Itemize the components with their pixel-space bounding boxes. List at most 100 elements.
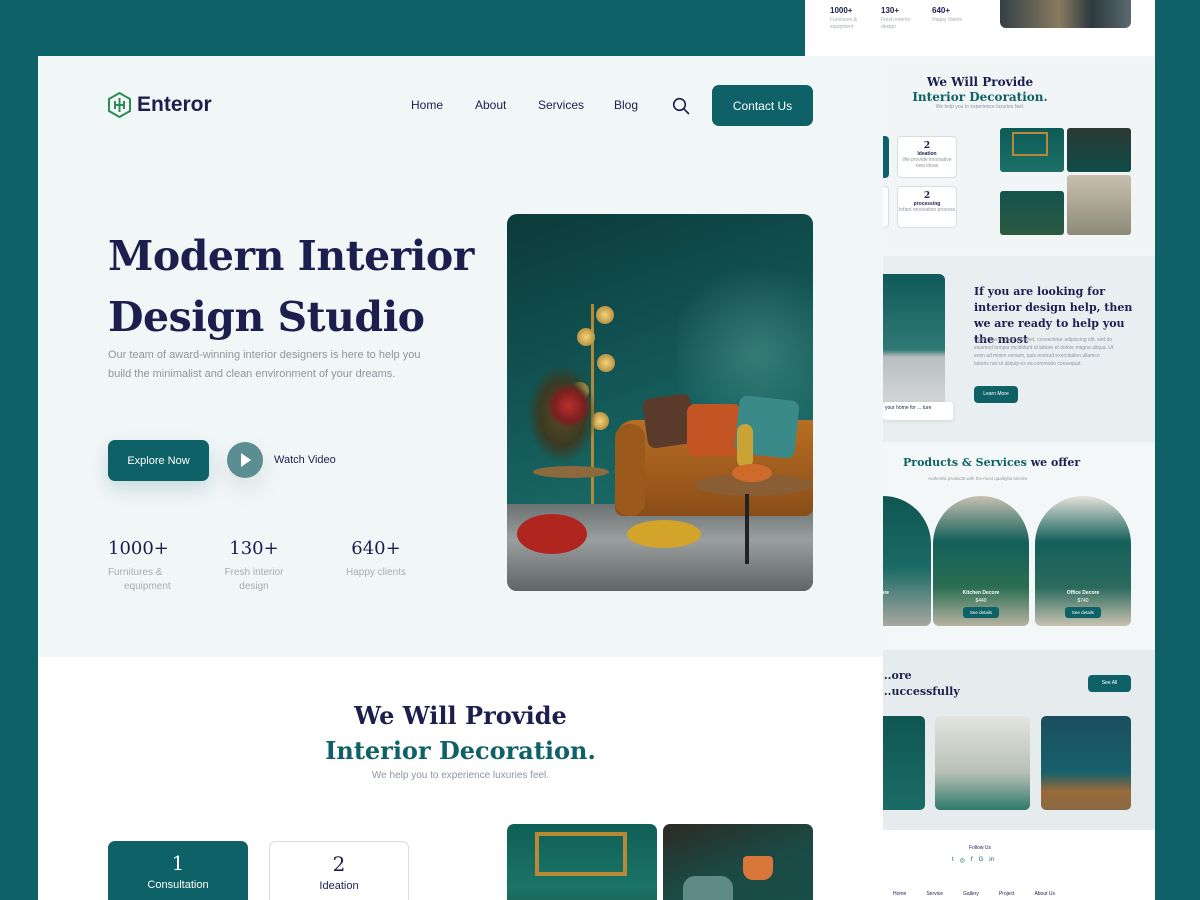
preview-help-chip: your home for ... ture xyxy=(883,402,953,420)
preview-step-text: We provide innovative new ideas xyxy=(902,157,952,169)
preview-box-edge xyxy=(883,186,889,228)
google-icon[interactable]: G xyxy=(979,857,984,864)
preview-stats-strip: 1000+ Furnitures & equipment 130+ Fresh i… xyxy=(805,0,1155,56)
preview-gallery-image xyxy=(1000,191,1064,235)
preview-stat-number: 130+ xyxy=(881,6,900,15)
preview-social-links: t ◎ f G in xyxy=(952,857,994,864)
preview-products-title-b: we offer xyxy=(1026,456,1081,469)
preview-step-text: Infant renovation process xyxy=(898,207,956,213)
preview-learn-more-button[interactable]: Learn More xyxy=(974,386,1018,403)
stat-label: Furnitures & xyxy=(108,567,163,578)
preview-project-image xyxy=(1041,716,1131,810)
preview-gallery-image xyxy=(1000,128,1064,172)
preview-product-price: $440 xyxy=(975,598,987,604)
stat-item: 130+ Fresh interior design xyxy=(224,538,284,594)
explore-now-button[interactable]: Explore Now xyxy=(108,440,209,481)
nav-services[interactable]: Services xyxy=(538,98,614,112)
preview-stat-number: 1000+ xyxy=(830,6,853,15)
hero-title-line: Design Studio xyxy=(108,293,425,341)
preview-product-name: Office Decore xyxy=(1066,590,1100,596)
logo-mark-icon xyxy=(108,92,131,118)
stat-number: 640+ xyxy=(351,538,401,559)
facebook-icon[interactable]: f xyxy=(971,857,973,864)
preview-stat-label: equipment xyxy=(830,24,854,30)
step-number: 2 xyxy=(332,852,346,876)
preview-see-details-button[interactable]: See details xyxy=(1065,607,1101,618)
preview-see-details-button[interactable]: See details xyxy=(963,607,999,618)
provide-title: We Will Provide Interior Decoration. xyxy=(38,698,883,768)
provide-subtitle: We help you to experience luxuries feel. xyxy=(371,770,550,781)
stat-label: design xyxy=(239,581,269,592)
logo-text: Enteror xyxy=(137,93,212,116)
nav-home[interactable]: Home xyxy=(411,98,475,112)
preview-stat-label: Happy clients xyxy=(932,17,963,23)
step-label: Consultation xyxy=(147,879,209,891)
preview-stat: 1000+ Furnitures & equipment xyxy=(830,6,857,31)
preview-products-title-a: Products & Services xyxy=(903,456,1027,469)
preview-project-image xyxy=(935,716,1030,810)
step-card-consultation[interactable]: 1 Consultation xyxy=(108,841,248,900)
gallery-image xyxy=(507,824,657,900)
preview-projects-title-line: ...uccessfully xyxy=(880,685,960,698)
watch-video-link[interactable]: Watch Video xyxy=(274,454,336,466)
preview-footer-link[interactable]: Gallery xyxy=(963,891,979,897)
provide-title-line: Interior Decoration. xyxy=(325,736,596,765)
preview-gallery-image xyxy=(1067,175,1131,235)
preview-top-image xyxy=(1000,0,1131,28)
preview-project-image xyxy=(883,716,925,810)
preview-gallery-image xyxy=(1067,128,1131,172)
preview-projects-title: ...ore ...uccessfully xyxy=(880,668,960,700)
preview-projects-title-line: ...ore xyxy=(880,669,912,682)
logo[interactable]: Enteror xyxy=(108,92,212,118)
preview-footer-link[interactable]: Project xyxy=(999,891,1015,897)
preview-title-line: We Will Provide xyxy=(926,75,1034,89)
stat-label: equipment xyxy=(124,581,171,592)
hero-image xyxy=(507,214,813,591)
step-card-ideation[interactable]: 2 Ideation xyxy=(269,841,409,900)
preview-product-name: Kitchen Decore xyxy=(962,590,1000,596)
stat-number: 130+ xyxy=(229,538,279,559)
preview-stat-label: Fresh interior xyxy=(881,17,911,23)
preview-see-all-button[interactable]: See All xyxy=(1088,675,1131,692)
preview-footer-link[interactable]: Home xyxy=(893,891,906,897)
preview-footer-link[interactable]: About Us xyxy=(1034,891,1055,897)
preview-footer-link[interactable]: Service xyxy=(926,891,943,897)
contact-us-button[interactable]: Contact Us xyxy=(712,85,813,126)
provide-title-line: We Will Provide xyxy=(354,701,567,730)
preview-stat-label: design xyxy=(881,24,896,30)
play-icon[interactable] xyxy=(227,442,263,478)
step-label: Ideation xyxy=(319,880,359,892)
preview-help-image xyxy=(883,274,945,412)
instagram-icon[interactable]: ◎ xyxy=(960,857,965,864)
search-icon[interactable] xyxy=(672,97,690,115)
main-page: Enteror Home About Services Blog Contact… xyxy=(38,56,883,900)
preview-product-card[interactable]: Kitchen Decore $440 See details xyxy=(933,496,1029,626)
preview-step-box: 2 processing Infant renovation process xyxy=(897,186,957,228)
preview-step-number: 2 xyxy=(923,141,931,151)
stat-item: 640+ Happy clients xyxy=(344,538,408,580)
stat-item: 1000+ Furnitures & equipment xyxy=(108,538,171,594)
preview-step-box: 2 Ideation We provide innovative new ide… xyxy=(897,136,957,178)
preview-stat-label: Furnitures & xyxy=(830,17,858,23)
main-nav: Home About Services Blog xyxy=(411,98,638,112)
linkedin-icon[interactable]: in xyxy=(989,857,994,864)
preview-product-price: $740 xyxy=(1077,598,1089,604)
stat-label: Fresh interior xyxy=(224,567,284,578)
preview-product-card[interactable]: Office Decore $740 See details xyxy=(1035,496,1131,626)
preview-help-body: Lorem ipsum dolor sit amet, consectetur … xyxy=(974,337,1114,367)
nav-about[interactable]: About xyxy=(475,98,538,112)
preview-stat-number: 640+ xyxy=(932,6,951,15)
hero-title-line: Modern Interior xyxy=(108,232,474,280)
stat-number: 1000+ xyxy=(108,538,169,559)
stat-label: Happy clients xyxy=(345,567,407,578)
twitter-icon[interactable]: t xyxy=(952,857,954,864)
preview-footer-nav: Home Service Gallery Project About Us xyxy=(893,891,1055,897)
preview-stat: 130+ Fresh interior design xyxy=(881,6,910,31)
hero-title: Modern Interior Design Studio xyxy=(108,226,474,348)
preview-step-number: 2 xyxy=(923,191,931,201)
step-number: 1 xyxy=(171,851,185,875)
preview-active-box-edge xyxy=(883,136,889,178)
nav-blog[interactable]: Blog xyxy=(614,98,638,112)
hero-subtitle: Our team of award-winning interior desig… xyxy=(108,349,421,380)
gallery-image xyxy=(663,824,813,900)
